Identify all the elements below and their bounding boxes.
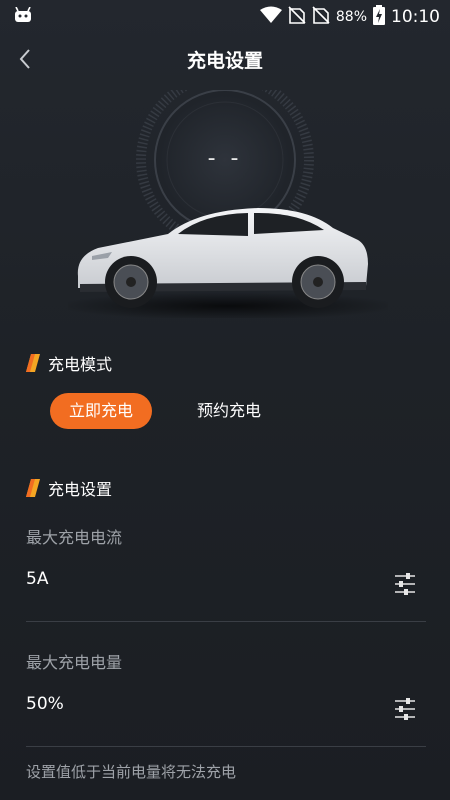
max-current-label: 最大充电电流 — [26, 528, 123, 547]
max-level-value: 50% — [26, 694, 64, 714]
tab-charge-now[interactable]: 立即充电 — [50, 393, 153, 429]
charge-mode-tabs: 立即充电 预约充电 — [50, 393, 280, 429]
wifi-icon — [259, 6, 282, 28]
battery-percent: 88% — [335, 9, 367, 25]
charging-hero: - - — [0, 90, 450, 330]
section-marker-icon — [26, 354, 40, 372]
tab-scheduled-charge[interactable]: 预约充电 — [178, 393, 280, 429]
sliders-icon — [392, 573, 418, 601]
battery-charging-icon — [373, 5, 385, 29]
charge-settings-section-title: 充电设置 — [26, 476, 112, 500]
max-current-value: 5A — [26, 569, 49, 589]
charge-mode-section-title: 充电模式 — [26, 351, 112, 375]
gauge-value: - - — [207, 146, 243, 171]
divider — [26, 746, 426, 747]
max-current-adjust-button[interactable] — [392, 571, 418, 597]
max-level-label: 最大充电电量 — [26, 653, 123, 672]
clock: 10:10 — [391, 7, 440, 27]
robot-icon — [14, 6, 32, 27]
section-marker-icon — [26, 479, 40, 497]
charge-hint-text: 设置值低于当前电量将无法充电 — [26, 763, 237, 781]
status-bar: 88% 10:10 — [0, 0, 450, 32]
divider — [26, 621, 426, 622]
section-label: 充电模式 — [48, 355, 113, 374]
sliders-icon — [392, 698, 418, 726]
no-sim-icon — [312, 6, 330, 28]
car-image — [68, 208, 388, 318]
max-level-adjust-button[interactable] — [392, 696, 418, 722]
no-sim-icon — [288, 6, 306, 28]
page-title: 充电设置 — [186, 50, 263, 72]
nav-bar: 充电设置 — [0, 40, 450, 80]
section-label: 充电设置 — [48, 480, 113, 499]
